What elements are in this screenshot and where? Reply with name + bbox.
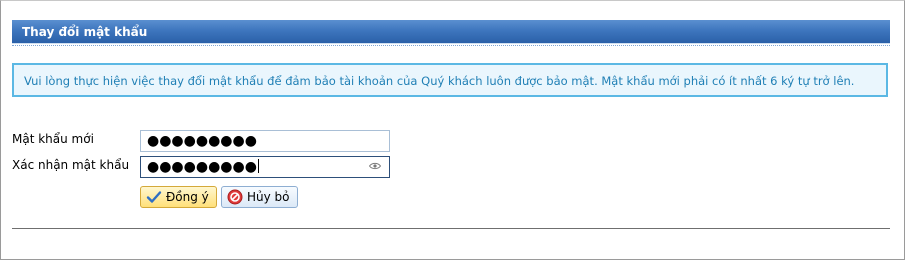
confirm-password-label: Xác nhận mật khẩu [12, 158, 130, 172]
info-notice: Vui lòng thực hiện việc thay đổi mật khẩ… [12, 63, 888, 97]
text-caret [257, 159, 259, 173]
ok-button-label: Đồng ý [166, 190, 209, 204]
page-title: Thay đổi mật khẩu [22, 25, 148, 39]
ok-button[interactable]: Đồng ý [140, 186, 217, 208]
new-password-value: ●●●●●●●●● [147, 133, 257, 149]
confirm-password-text: ●●●●●●●●● [147, 159, 257, 175]
new-password-field[interactable]: ●●●●●●●●● [140, 130, 390, 152]
cancel-icon [227, 189, 243, 205]
eye-icon[interactable] [369, 162, 381, 170]
confirm-password-field[interactable]: ●●●●●●●●● [140, 156, 390, 178]
cancel-button-label: Hủy bỏ [247, 190, 290, 204]
header-divider [12, 45, 890, 47]
new-password-label: Mật khẩu mới [12, 132, 94, 146]
checkmark-icon [146, 191, 162, 203]
cancel-button[interactable]: Hủy bỏ [221, 186, 298, 208]
footer-divider [12, 228, 890, 229]
section-header: Thay đổi mật khẩu [12, 20, 890, 44]
confirm-password-value: ●●●●●●●●● [147, 159, 259, 175]
notice-text: Vui lòng thực hiện việc thay đổi mật khẩ… [24, 74, 855, 88]
